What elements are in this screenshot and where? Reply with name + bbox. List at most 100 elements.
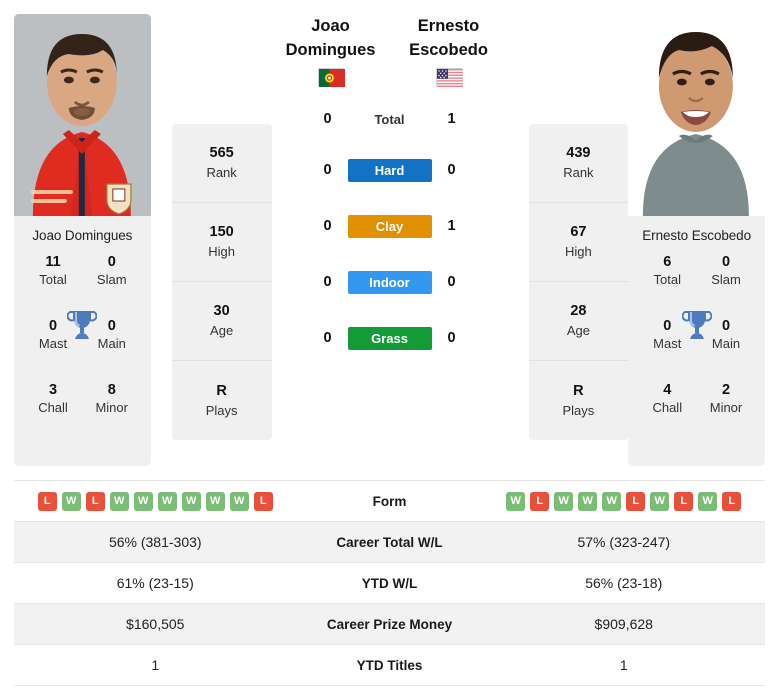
right-player-rank-card: 439 Rank 67 High 28 Age R Plays: [528, 124, 629, 440]
right-player-panel[interactable]: Ernesto Escobedo 6 Total 0 Slam 0 Mast 0…: [628, 14, 765, 466]
right-career_prize_money-value: $909,628: [594, 616, 653, 632]
left-player-name: Joao Domingues: [32, 228, 133, 243]
left-career_prize_money-value: $160,505: [126, 616, 185, 632]
right-slam-label: Slam: [711, 272, 741, 287]
left-slam-value: 0: [107, 254, 116, 270]
titles-row-chall: 4 Chall 2 Minor: [638, 381, 755, 445]
form-badge-win[interactable]: W: [698, 491, 718, 511]
right-high-cell: 67 High: [528, 203, 629, 282]
h2h-row-clay: 0 Clay 1: [272, 198, 508, 254]
h2h-row-total: 0 Total 1: [272, 96, 508, 142]
left-player-panel[interactable]: Joao Domingues 11 Total 0 Slam 0 Mast 0 …: [14, 14, 151, 466]
left-chall-label: Chall: [38, 400, 68, 415]
right-minor-titles: 2 Minor: [697, 381, 755, 417]
left-rank-label: Rank: [206, 165, 237, 180]
h2h-right-score-clay: 1: [447, 218, 456, 234]
form-badge-loss[interactable]: L: [722, 491, 742, 511]
h2h-left-score-grass: 0: [323, 330, 332, 346]
left-total-value: 11: [45, 254, 61, 270]
left-high-value: 150: [209, 224, 234, 240]
form-badge-win[interactable]: W: [61, 491, 81, 511]
form-badge-win[interactable]: W: [506, 491, 526, 511]
portugal-flag-icon: [317, 68, 345, 87]
right-total-label: Total: [653, 272, 681, 287]
right-chall-value: 4: [663, 382, 672, 398]
right-slam-titles: 0 Slam: [697, 253, 755, 289]
surface-badge-hard[interactable]: Hard: [347, 158, 432, 182]
stats-row: L W L W W W W W W L Form W L W W W L W L W L: [14, 481, 765, 522]
form-badge-win[interactable]: W: [578, 491, 598, 511]
titles-row-total: 11 Total 0 Slam: [24, 253, 141, 317]
right-total-titles: 6 Total: [638, 253, 696, 289]
right-ytd_titles-value: 1: [619, 657, 628, 673]
right-player-name: Ernesto Escobedo: [642, 228, 751, 243]
right-player-titles: 6 Total 0 Slam 0 Mast 0 Main 4 Chall 2 M…: [628, 253, 765, 466]
left-form-value: LWLWWWWWWL: [14, 491, 297, 511]
left-age-cell: 30 Age: [171, 282, 272, 361]
stats-row-label: Career Prize Money: [326, 616, 453, 632]
stats-row: 61% (23-15) YTD W/L 56% (23-18): [14, 563, 765, 604]
right-form-value: WLWWWLWLWL: [483, 491, 766, 511]
h2h-row-grass: 0 Grass 0: [272, 310, 508, 366]
right-plays-value: R: [573, 382, 584, 399]
h2h-surface-rows: 0 Total 1 0 Hard 0 0 Clay 1 0 Indoor 0 0 Grass 0: [272, 92, 508, 366]
right-age-label: Age: [566, 323, 590, 338]
h2h-left-score-total: 0: [323, 111, 332, 127]
right-first-name: Ernesto: [417, 17, 480, 35]
form-badge-win[interactable]: W: [229, 491, 249, 511]
trophy-icon: [66, 309, 98, 341]
right-minor-label: Minor: [709, 400, 743, 415]
right-last-name: Escobedo: [409, 41, 488, 59]
h2h-row-hard: 0 Hard 0: [272, 142, 508, 198]
comparison-stats-table: L W L W W W W W W L Form W L W W W L W L W L 56% (381-303) Car…: [14, 480, 765, 686]
form-badge-loss[interactable]: L: [37, 491, 57, 511]
titles-row-chall: 3 Chall 8 Minor: [24, 381, 141, 445]
stats-row-label: YTD W/L: [361, 575, 418, 591]
h2h-row-indoor: 0 Indoor 0: [272, 254, 508, 310]
left-high-cell: 150 High: [171, 203, 272, 282]
surface-badge-indoor[interactable]: Indoor: [347, 270, 432, 294]
left-ytd_titles-value: 1: [151, 657, 160, 673]
left-chall-titles: 3 Chall: [24, 381, 82, 417]
right-form-strip: WLWWWLWLWL: [483, 491, 766, 511]
h2h-right-score-hard: 0: [447, 162, 456, 178]
titles-row-total: 6 Total 0 Slam: [638, 253, 755, 317]
right-rank-label: Rank: [563, 165, 594, 180]
form-badge-win[interactable]: W: [650, 491, 670, 511]
right-rank-value: 439: [566, 145, 591, 161]
form-badge-loss[interactable]: L: [626, 491, 646, 511]
surface-badge-grass[interactable]: Grass: [347, 326, 432, 350]
left-first-name: Joao: [311, 17, 350, 35]
h2h-right-score-indoor: 0: [447, 274, 456, 290]
form-badge-loss[interactable]: L: [674, 491, 694, 511]
head-to-head-center: Joao Domingues Ernesto Escobedo 0 Total …: [272, 14, 508, 366]
form-badge-win[interactable]: W: [133, 491, 153, 511]
left-age-value: 30: [213, 303, 230, 319]
form-badge-win[interactable]: W: [109, 491, 129, 511]
form-badge-win[interactable]: W: [181, 491, 201, 511]
right-high-value: 67: [570, 224, 587, 240]
stats-row-label: YTD Titles: [356, 657, 423, 673]
surface-badge-clay[interactable]: Clay: [347, 214, 432, 238]
form-badge-win[interactable]: W: [205, 491, 225, 511]
right-minor-value: 2: [721, 382, 731, 398]
right-player-photo: [628, 14, 765, 216]
left-last-name: Domingues: [285, 41, 376, 59]
left-h2h-name-block: Joao Domingues: [272, 14, 390, 87]
h2h-left-score-hard: 0: [323, 162, 332, 178]
right-career_wl-value: 57% (323-247): [577, 534, 671, 550]
left-age-label: Age: [210, 323, 234, 338]
left-plays-value: R: [216, 382, 227, 399]
form-badge-loss[interactable]: L: [85, 491, 105, 511]
form-badge-loss[interactable]: L: [530, 491, 550, 511]
stats-row-label: Form: [372, 493, 407, 509]
head-to-head-comparison-page: Joao Domingues 11 Total 0 Slam 0 Mast 0 …: [0, 0, 779, 699]
form-badge-win[interactable]: W: [554, 491, 574, 511]
left-ytd_wl-value: 61% (23-15): [116, 575, 194, 591]
right-age-cell: 28 Age: [528, 282, 629, 361]
form-badge-win[interactable]: W: [602, 491, 622, 511]
left-high-label: High: [208, 244, 235, 259]
form-badge-loss[interactable]: L: [253, 491, 273, 511]
right-high-label: High: [565, 244, 592, 259]
form-badge-win[interactable]: W: [157, 491, 177, 511]
